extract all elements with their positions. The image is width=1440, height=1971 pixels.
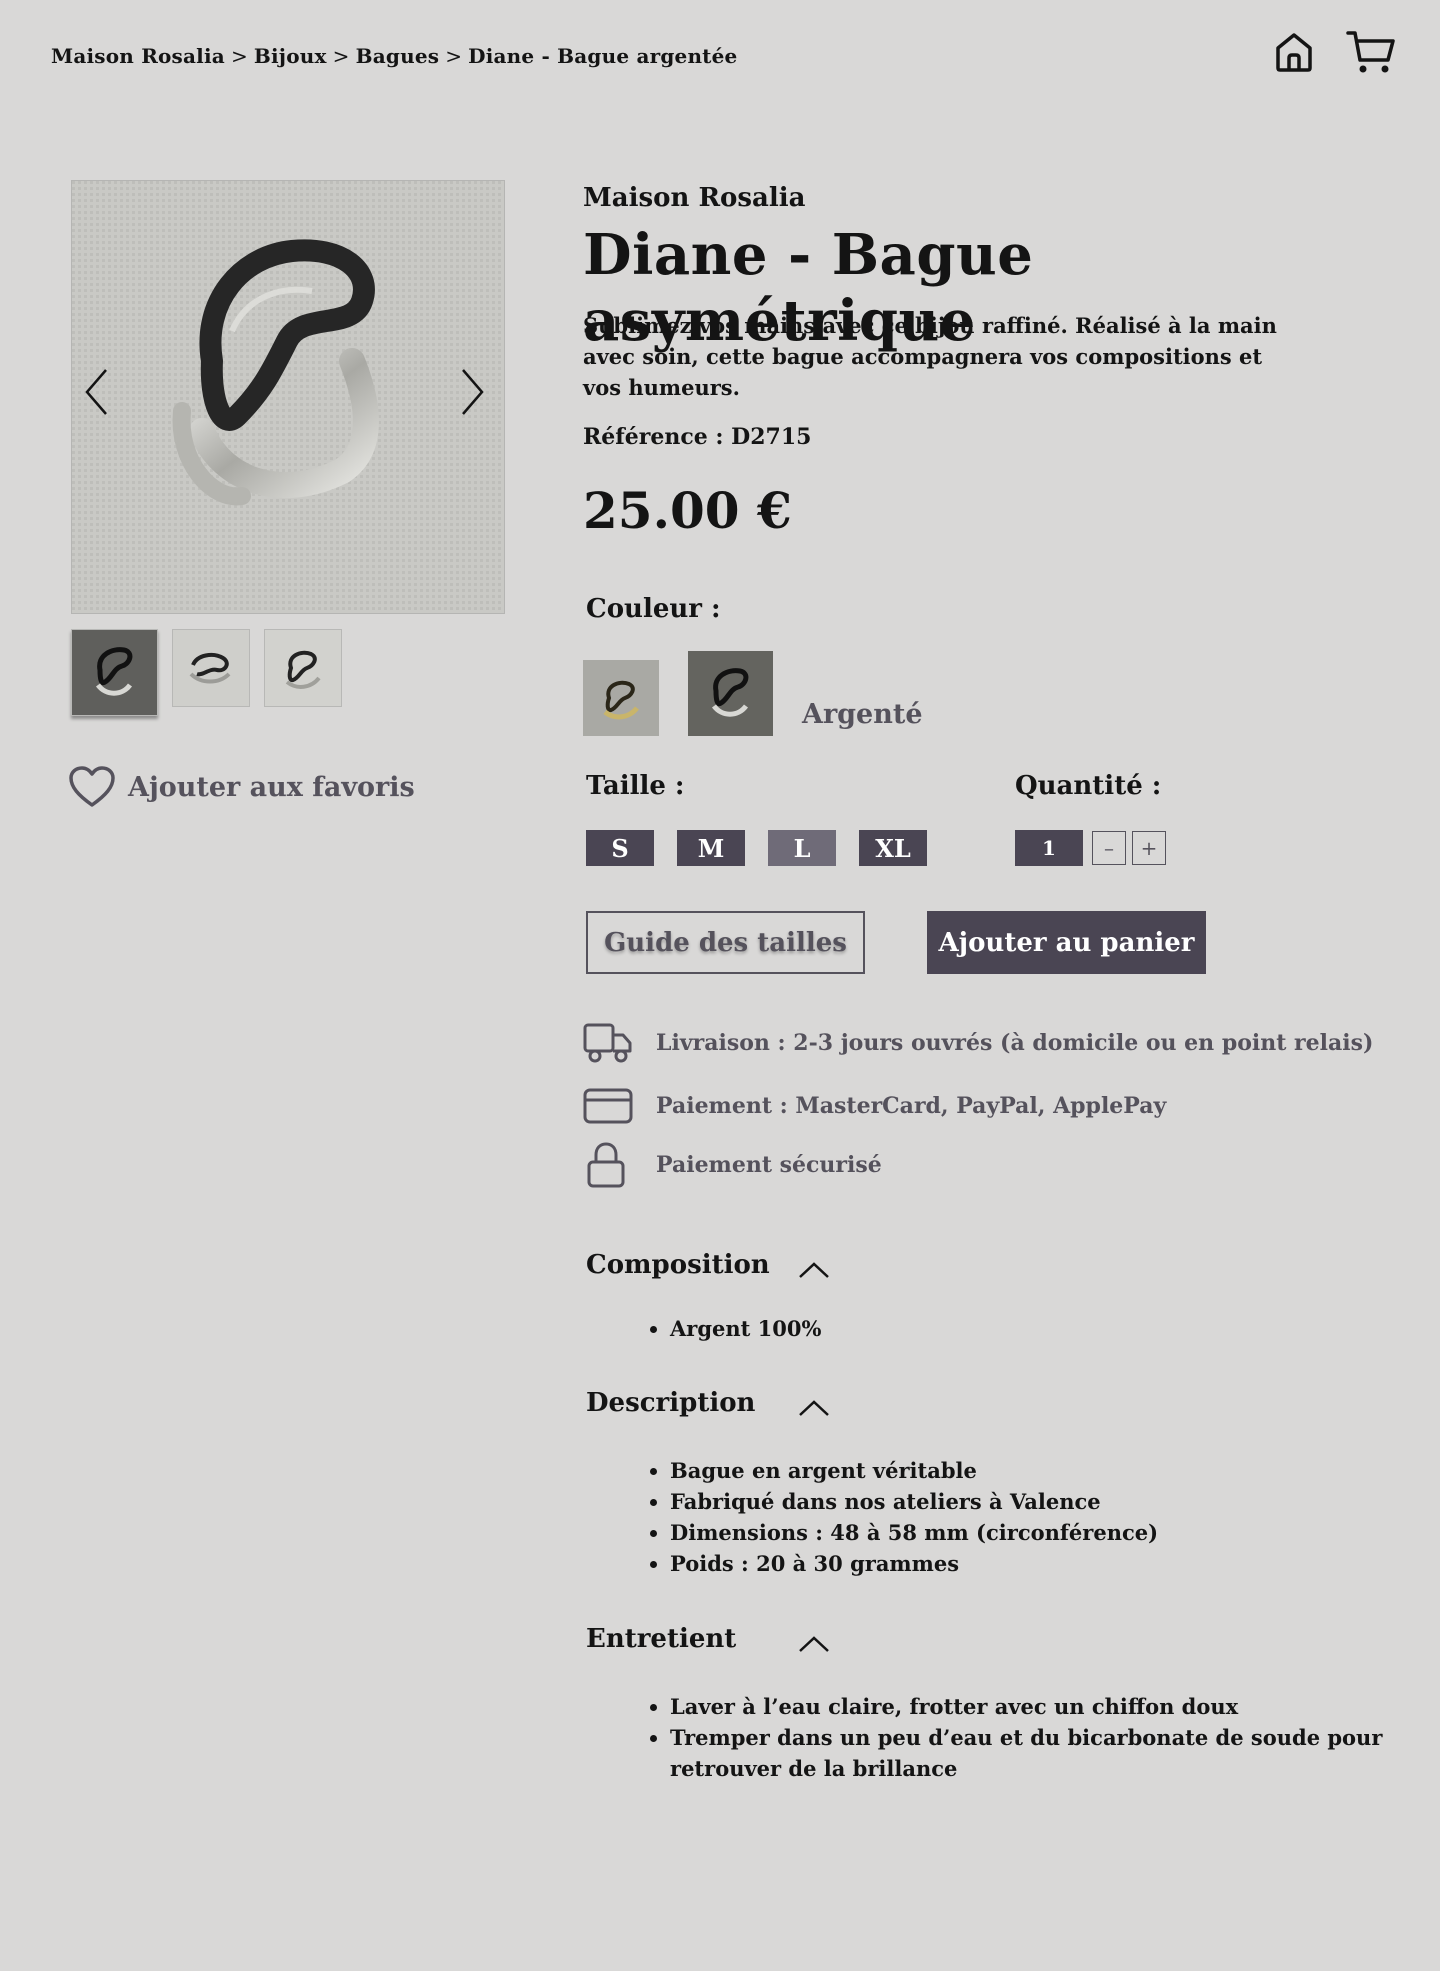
list-item: Argent 100% (670, 1313, 1390, 1344)
gallery-prev-button[interactable] (79, 362, 113, 422)
breadcrumb: Maison Rosalia > Bijoux > Bagues > Diane - Bag… (51, 44, 737, 68)
truck-icon (583, 1023, 632, 1063)
secure-payment-text: Paiement sécurisé (656, 1152, 882, 1178)
gallery-thumbnail[interactable] (71, 629, 158, 716)
gallery-next-button[interactable] (456, 362, 490, 422)
description-heading[interactable]: Description (586, 1388, 755, 1418)
chevron-left-icon (85, 369, 107, 415)
size-option-l[interactable]: L (768, 830, 836, 866)
description-list: Bague en argent véritable Fabriqué dans … (620, 1455, 1390, 1579)
color-swatch-gold[interactable] (583, 660, 659, 736)
heart-icon (69, 766, 115, 807)
list-item: Poids : 20 à 30 grammes (670, 1548, 1390, 1579)
secure-payment-info: Paiement sécurisé (583, 1142, 882, 1188)
breadcrumb-link-home[interactable]: Maison Rosalia (51, 44, 225, 68)
breadcrumb-link-bagues[interactable]: Bagues (356, 44, 440, 68)
chevron-up-icon[interactable] (798, 1634, 830, 1654)
size-option-m[interactable]: M (677, 830, 745, 866)
credit-card-icon (583, 1088, 633, 1124)
quantity-decrease-button[interactable]: – (1092, 831, 1126, 865)
breadcrumb-separator: > (230, 44, 248, 68)
list-item: Laver à l’eau claire, frotter avec un ch… (670, 1691, 1390, 1722)
delivery-text: Livraison : 2-3 jours ouvrés (à domicile… (656, 1030, 1374, 1056)
product-brand: Maison Rosalia (583, 183, 806, 213)
cart-icon[interactable] (1345, 28, 1395, 76)
breadcrumb-current: Diane - Bague argentée (468, 44, 738, 68)
lock-icon (587, 1142, 625, 1188)
size-guide-button[interactable]: Guide des tailles (586, 911, 865, 974)
care-list: Laver à l’eau claire, frotter avec un ch… (620, 1691, 1390, 1784)
product-reference: Référence : D2715 (583, 424, 812, 450)
add-to-cart-button[interactable]: Ajouter au panier (927, 911, 1206, 974)
payment-text: Paiement : MasterCard, PayPal, ApplePay (656, 1093, 1167, 1119)
add-to-favorites-button[interactable]: Ajouter aux favoris (68, 765, 415, 809)
product-price: 25.00 € (583, 481, 792, 540)
list-item: Bague en argent véritable (670, 1455, 1390, 1486)
quantity-input[interactable]: 1 (1015, 830, 1083, 866)
care-heading[interactable]: Entretient (586, 1624, 736, 1654)
chevron-right-icon (462, 369, 484, 415)
payment-info: Paiement : MasterCard, PayPal, ApplePay (583, 1084, 1166, 1128)
color-swatch-silver[interactable] (688, 651, 773, 736)
gallery-thumbnail[interactable] (264, 629, 342, 707)
breadcrumb-separator: > (445, 44, 463, 68)
home-icon[interactable] (1270, 28, 1318, 76)
size-option-xl[interactable]: XL (859, 830, 927, 866)
composition-heading[interactable]: Composition (586, 1250, 770, 1280)
chevron-up-icon[interactable] (798, 1260, 830, 1280)
delivery-info: Livraison : 2-3 jours ouvrés (à domicile… (583, 1018, 1373, 1068)
chevron-up-icon[interactable] (798, 1398, 830, 1418)
breadcrumb-link-bijoux[interactable]: Bijoux (254, 44, 327, 68)
selected-color-name: Argenté (802, 699, 923, 730)
size-option-s[interactable]: S (586, 830, 654, 866)
list-item: Dimensions : 48 à 58 mm (circonférence) (670, 1517, 1390, 1548)
breadcrumb-separator: > (332, 44, 350, 68)
composition-list: Argent 100% (620, 1313, 1390, 1344)
color-label: Couleur : (586, 594, 721, 624)
quantity-increase-button[interactable]: + (1132, 831, 1166, 865)
add-to-favorites-label: Ajouter aux favoris (128, 771, 415, 803)
gallery-thumbnail[interactable] (172, 629, 250, 707)
list-item: Fabriqué dans nos ateliers à Valence (670, 1486, 1390, 1517)
size-label: Taille : (586, 771, 685, 801)
quantity-label: Quantité : (1015, 771, 1162, 801)
product-intro: Sublimez vos mains avec ce bijou raffiné… (583, 313, 1277, 400)
list-item: Tremper dans un peu d’eau et du bicarbon… (670, 1722, 1390, 1784)
product-main-image (71, 180, 505, 614)
